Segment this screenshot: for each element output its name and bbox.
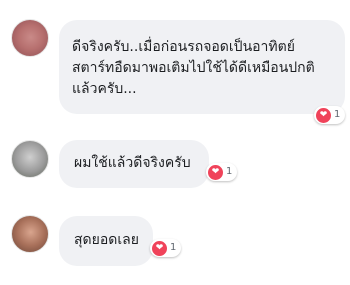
comment-text: แล้วครับ...	[72, 81, 137, 97]
reaction-count: 1	[170, 242, 177, 253]
comment-bubble: ดีจริงครับ..เมื่อก่อนรถจอดเป็นอาทิตย์ สต…	[59, 20, 345, 114]
comment-text: สุดยอดเลย	[74, 232, 139, 248]
heart-icon: ❤	[208, 164, 223, 180]
reaction-badge[interactable]: ❤ 1	[314, 106, 346, 124]
heart-icon: ❤	[316, 107, 331, 123]
reaction-count: 1	[226, 166, 233, 177]
comment-thread: ดีจริงครับ..เมื่อก่อนรถจอดเป็นอาทิตย์ สต…	[0, 0, 350, 285]
avatar[interactable]	[11, 215, 49, 253]
comment-bubble: สุดยอดเลย	[59, 216, 153, 266]
comment-bubble: ผมใช้แล้วดีจริงครับ	[59, 140, 209, 188]
reaction-badge[interactable]: ❤ 1	[206, 163, 238, 181]
comment-text: ผมใช้แล้วดีจริงครับ	[74, 155, 191, 171]
comment-text: ดีจริงครับ..เมื่อก่อนรถจอดเป็นอาทิตย์	[72, 39, 295, 55]
reaction-count: 1	[334, 109, 341, 120]
heart-icon: ❤	[152, 240, 167, 256]
reaction-badge[interactable]: ❤ 1	[150, 239, 182, 257]
avatar[interactable]	[11, 140, 49, 178]
comment-text: สตาร์ทอืดมาพอเติมไปใช้ได้ดีเหมือนปกติ	[72, 60, 315, 76]
avatar[interactable]	[11, 19, 49, 57]
